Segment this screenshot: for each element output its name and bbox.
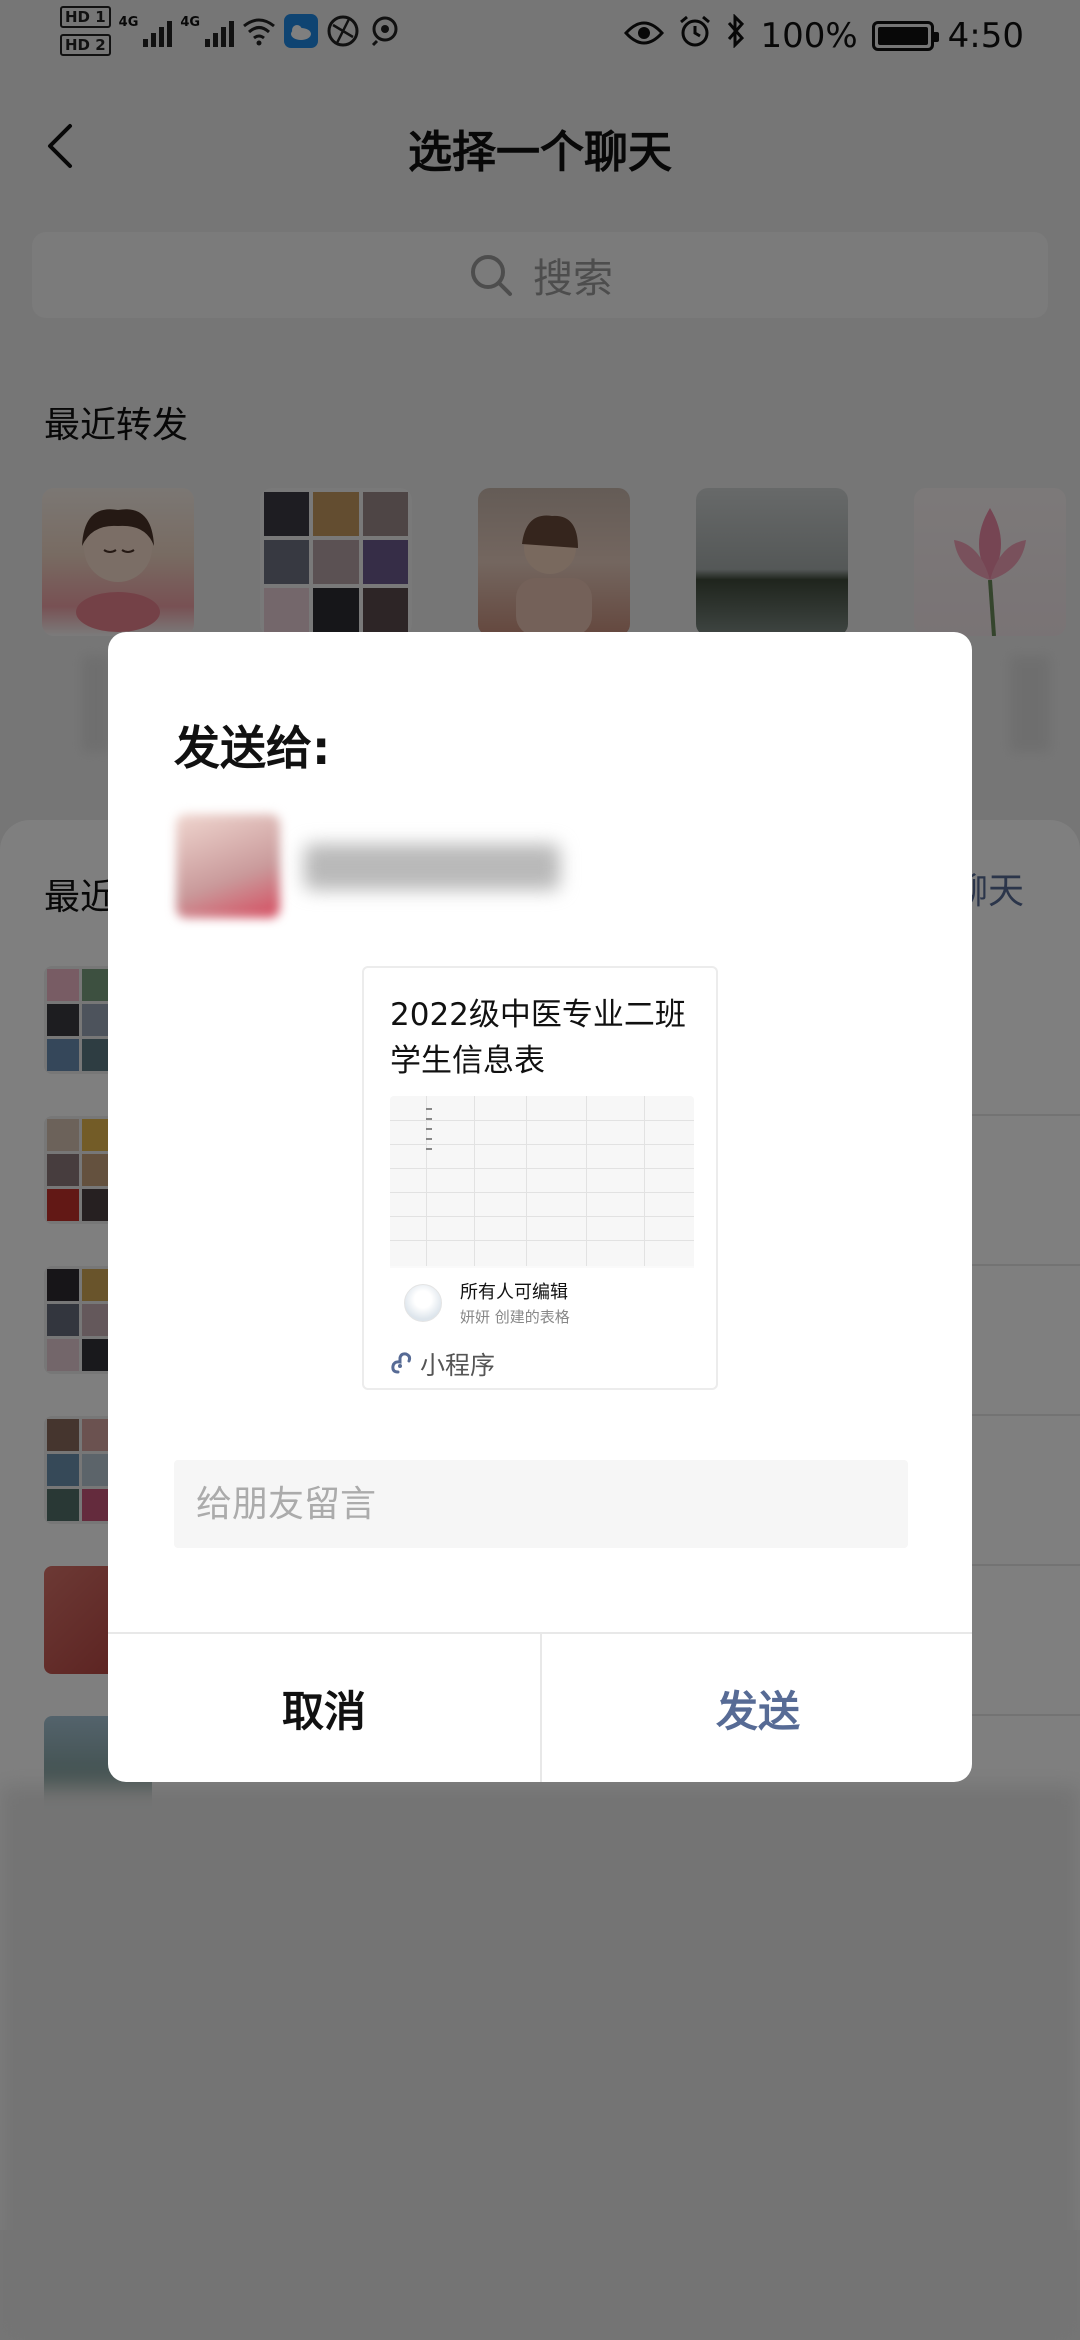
mini-program-tag: 小程序	[390, 1346, 495, 1382]
recipient-name-blurred	[304, 844, 560, 890]
creator-label: 妍妍 创建的表格	[460, 1308, 570, 1326]
message-input[interactable]	[174, 1460, 908, 1548]
shared-card: 2022级中医专业二班学生信息表 所有人可编辑 妍妍 创建的表格 小程序	[362, 966, 718, 1390]
creator-avatar	[404, 1284, 442, 1322]
mini-program-icon	[391, 1352, 412, 1374]
send-dialog: 发送给: 2022级中医专业二班学生信息表 所有人可编辑 妍妍 创建的表格 小程…	[108, 632, 972, 1782]
sheet-preview: 所有人可编辑 妍妍 创建的表格	[390, 1096, 694, 1336]
cancel-button[interactable]: 取消	[108, 1634, 540, 1782]
card-title: 2022级中医专业二班学生信息表	[390, 997, 686, 1079]
mini-program-label: 小程序	[420, 1351, 496, 1380]
permission-label: 所有人可编辑	[460, 1282, 568, 1303]
send-button[interactable]: 发送	[542, 1634, 972, 1782]
recipient-avatar	[176, 814, 280, 918]
card-footer: 所有人可编辑 妍妍 创建的表格	[390, 1268, 694, 1336]
dialog-title: 发送给:	[174, 721, 331, 775]
spreadsheet-thumbnail	[390, 1096, 694, 1266]
